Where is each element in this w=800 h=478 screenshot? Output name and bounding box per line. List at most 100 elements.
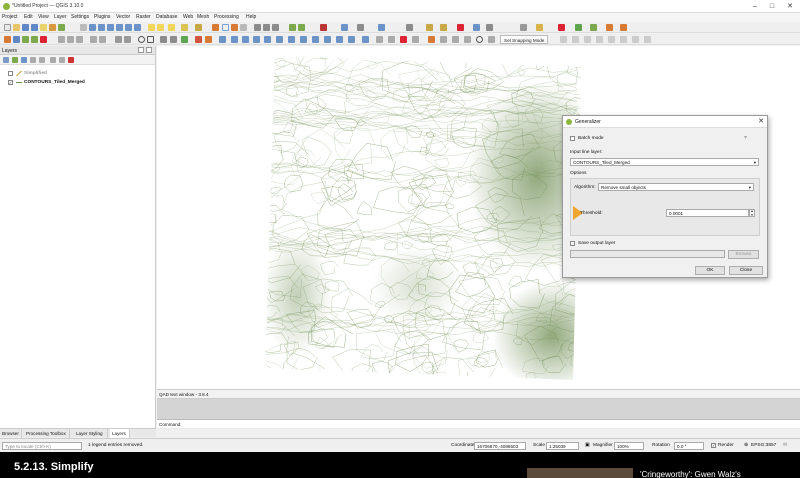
node-tool-icon[interactable] <box>272 24 279 31</box>
join-tool-icon[interactable] <box>348 36 355 43</box>
messages-icon[interactable]: ✉ <box>783 443 787 448</box>
new-project-icon[interactable] <box>4 24 11 31</box>
help-icon[interactable] <box>473 24 480 31</box>
fillet-tool-icon[interactable] <box>336 36 343 43</box>
menu-database[interactable]: Database <box>156 14 177 20</box>
trim-tool-icon[interactable] <box>300 36 307 43</box>
text-tool-icon[interactable] <box>452 36 459 43</box>
style-manager-icon[interactable] <box>49 24 56 31</box>
rotate-tool-icon[interactable] <box>242 36 249 43</box>
layer-visibility-checkbox[interactable]: ✓ <box>8 80 13 85</box>
threshold-stepper[interactable]: ▴ ▾ <box>749 209 755 217</box>
extend-tool-icon[interactable] <box>312 36 319 43</box>
spatial-query-icon[interactable] <box>341 24 348 31</box>
change-label-icon[interactable] <box>240 24 247 31</box>
panel-float-icon[interactable] <box>138 47 144 53</box>
suggestion-thumbnail[interactable] <box>527 468 633 478</box>
menu-plugins[interactable]: Plugins <box>94 14 110 20</box>
snap-option-3-icon[interactable] <box>584 36 591 43</box>
pan-to-selection-icon[interactable] <box>89 24 96 31</box>
erase-tool-icon[interactable] <box>388 36 395 43</box>
menu-view[interactable]: View <box>38 14 49 20</box>
snap-option-2-icon[interactable] <box>572 36 579 43</box>
menu-layer[interactable]: Layer <box>54 14 67 20</box>
identify-icon[interactable] <box>148 24 155 31</box>
deselect-icon[interactable] <box>168 24 175 31</box>
add-raster-icon[interactable] <box>298 24 305 31</box>
layer-icon[interactable] <box>536 24 543 31</box>
copy-tool-icon[interactable] <box>231 36 238 43</box>
snapping-mode-button[interactable]: Set Snapping Mode <box>500 35 549 44</box>
divide-tool-icon[interactable] <box>362 36 369 43</box>
tab-layers[interactable]: Layers <box>110 429 130 438</box>
tab-layer-styling[interactable]: Layer Styling <box>74 429 108 438</box>
plugin-2-icon[interactable] <box>440 24 447 31</box>
tool-icon[interactable] <box>486 24 493 31</box>
lengthen-tool-icon[interactable] <box>412 36 419 43</box>
stretch-tool-icon[interactable] <box>288 36 295 43</box>
menu-raster[interactable]: Raster <box>136 14 151 20</box>
plugin-5-icon[interactable] <box>620 24 627 31</box>
redo-icon[interactable] <box>99 36 106 43</box>
browse-button[interactable]: Browse <box>728 250 759 259</box>
batch-mode-checkbox[interactable] <box>570 136 575 141</box>
polyline-tool-icon[interactable] <box>124 36 131 43</box>
maximize-button[interactable]: □ <box>765 2 779 11</box>
crs-label[interactable]: EPSG:3857 <box>751 443 776 448</box>
output-path-field[interactable] <box>570 250 725 258</box>
snap-option-icon[interactable] <box>560 36 567 43</box>
plugin-3-icon[interactable] <box>590 24 597 31</box>
rotation-field[interactable]: 0.0 ° <box>674 442 704 450</box>
expand-all-icon[interactable] <box>50 57 56 63</box>
collapse-all-icon[interactable] <box>59 57 65 63</box>
manage-map-themes-icon[interactable] <box>21 57 27 63</box>
filter-legend-icon[interactable] <box>30 57 36 63</box>
locator-search-input[interactable]: Type to locate (Ctrl+K) <box>2 442 82 450</box>
threshold-input[interactable]: 0.0001 <box>666 209 749 217</box>
delete-feature-icon[interactable] <box>40 36 47 43</box>
circle-tool-icon[interactable] <box>138 36 145 43</box>
select-features-icon[interactable] <box>157 24 164 31</box>
move-tool-icon[interactable] <box>219 36 226 43</box>
record-icon[interactable] <box>558 24 565 31</box>
info-icon[interactable] <box>520 24 527 31</box>
snap-option-5-icon[interactable] <box>608 36 615 43</box>
measure-icon[interactable] <box>195 24 202 31</box>
zoom-layer-icon[interactable] <box>125 24 132 31</box>
edit-layer-icon[interactable] <box>4 36 11 43</box>
menu-help[interactable]: Help <box>246 14 256 20</box>
algorithm-select[interactable]: Remove small objects ▾ <box>598 183 754 191</box>
qad-command-line[interactable]: Command: <box>157 419 800 428</box>
input-layer-select[interactable]: CONTOURS_Tiled_Merged ▾ <box>570 158 759 166</box>
dialog-close-icon[interactable]: ✕ <box>758 117 764 125</box>
polygon-tool-icon[interactable] <box>160 36 167 43</box>
shape-tool-icon[interactable] <box>195 36 202 43</box>
label-icon[interactable] <box>212 24 219 31</box>
refresh-icon[interactable] <box>378 24 385 31</box>
save-edits-icon[interactable] <box>13 36 20 43</box>
magnifier-field[interactable]: 100% <box>614 442 644 450</box>
circle-2-tool-icon[interactable] <box>476 36 483 43</box>
suggestion-title[interactable]: 'Cringeworthy': Gwen Walz's <box>640 470 741 478</box>
new-print-layout-icon[interactable] <box>40 24 47 31</box>
close-button[interactable]: ✕ <box>783 2 797 11</box>
rotate-label-icon[interactable] <box>231 24 238 31</box>
coordinate-field[interactable]: 16706670,-4086503 <box>474 442 526 450</box>
delete-icon[interactable] <box>320 24 327 31</box>
lock-icon[interactable]: ▣ <box>585 443 590 448</box>
layer-visibility-checkbox[interactable] <box>8 71 13 76</box>
copy-icon[interactable] <box>67 36 74 43</box>
plugin-4-icon[interactable] <box>606 24 613 31</box>
save-project-icon[interactable] <box>22 24 29 31</box>
undo-icon[interactable] <box>90 36 97 43</box>
paste-icon[interactable] <box>76 36 83 43</box>
save-as-icon[interactable] <box>31 24 38 31</box>
table-tool-icon[interactable] <box>464 36 471 43</box>
options-tool-icon[interactable] <box>488 36 495 43</box>
cut-icon[interactable] <box>58 36 65 43</box>
pin-label-icon[interactable] <box>222 24 229 31</box>
offset-tool-icon[interactable] <box>264 36 271 43</box>
menu-vector[interactable]: Vector <box>116 14 130 20</box>
filter-expression-icon[interactable] <box>39 57 45 63</box>
run-icon[interactable] <box>575 24 582 31</box>
